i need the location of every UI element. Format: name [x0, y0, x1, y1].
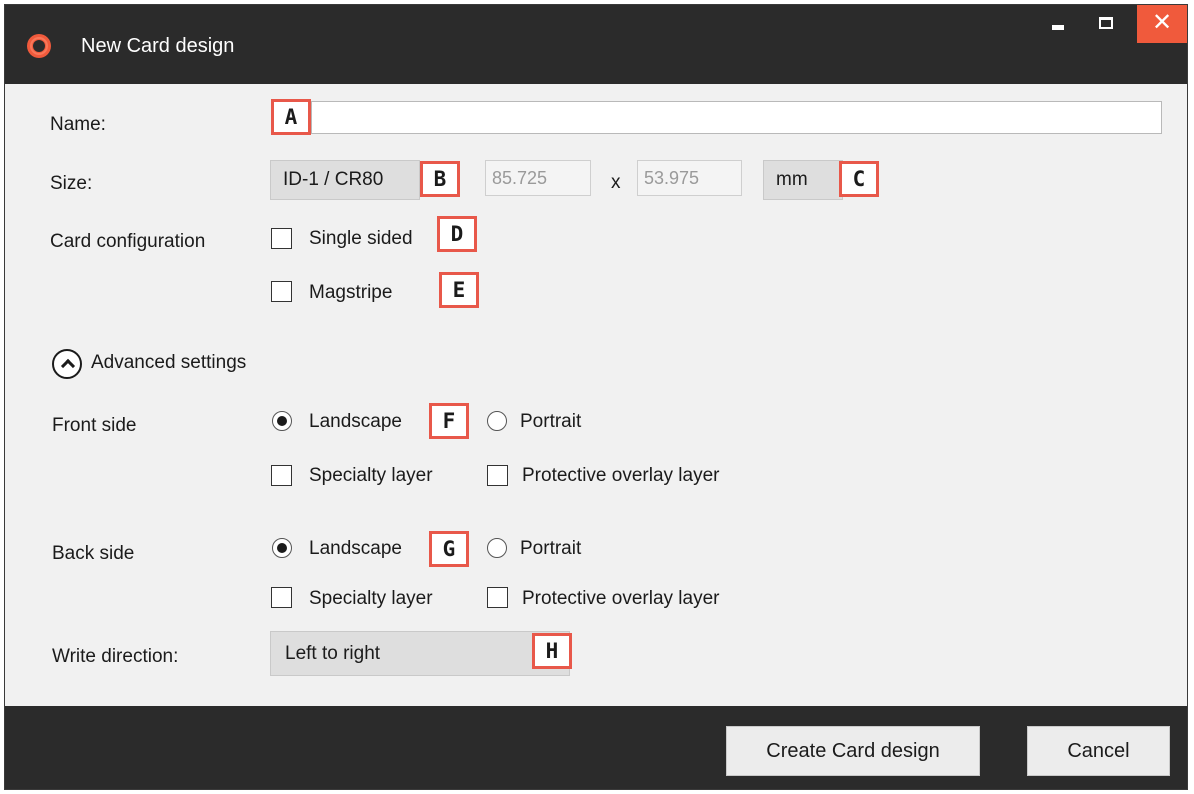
size-preset-value: ID-1 / CR80: [283, 169, 384, 190]
size-label: Size:: [50, 173, 93, 194]
back-portrait-radio[interactable]: [487, 538, 507, 558]
chevron-up-circle-icon[interactable]: [52, 349, 82, 379]
minimize-icon[interactable]: [1038, 5, 1078, 43]
magstripe-checkbox[interactable]: [271, 281, 292, 302]
back-portrait-label[interactable]: Portrait: [520, 537, 581, 561]
create-card-design-button[interactable]: Create Card design: [726, 726, 980, 776]
close-icon: ✕: [1151, 9, 1173, 36]
front-protective-overlay-checkbox[interactable]: [487, 465, 508, 486]
single-sided-label[interactable]: Single sided: [309, 227, 413, 251]
callout-marker-c: C: [839, 161, 879, 197]
write-direction-dropdown[interactable]: Left to right: [270, 631, 570, 676]
width-field[interactable]: 85.725: [485, 160, 591, 196]
dialog-footer: Create Card design Cancel: [5, 706, 1187, 789]
front-landscape-radio[interactable]: [272, 411, 292, 431]
close-button[interactable]: ✕: [1137, 5, 1187, 43]
new-card-design-dialog: New Card design ✕ Name: A Size: ID-1 / C…: [5, 5, 1187, 789]
height-field[interactable]: 53.975: [637, 160, 742, 196]
maximize-icon[interactable]: [1086, 5, 1126, 43]
title-bar[interactable]: New Card design ✕: [5, 5, 1187, 84]
back-specialty-layer-label[interactable]: Specialty layer: [309, 587, 433, 611]
back-protective-overlay-checkbox[interactable]: [487, 587, 508, 608]
back-specialty-layer-checkbox[interactable]: [271, 587, 292, 608]
name-input[interactable]: [311, 101, 1162, 134]
size-preset-button[interactable]: ID-1 / CR80: [270, 160, 420, 200]
times-label: x: [611, 172, 621, 193]
callout-marker-a: A: [271, 99, 311, 135]
callout-marker-d: D: [437, 216, 477, 252]
window-title: New Card design: [81, 35, 235, 57]
front-landscape-label[interactable]: Landscape: [309, 410, 402, 434]
front-side-label: Front side: [52, 415, 137, 436]
magstripe-label[interactable]: Magstripe: [309, 281, 392, 305]
callout-marker-h: H: [532, 633, 572, 669]
front-specialty-layer-label[interactable]: Specialty layer: [309, 464, 433, 488]
advanced-settings-toggle[interactable]: Advanced settings: [91, 351, 246, 375]
front-portrait-label[interactable]: Portrait: [520, 410, 581, 434]
callout-marker-e: E: [439, 272, 479, 308]
unit-value: mm: [776, 169, 808, 190]
callout-marker-g: G: [429, 531, 469, 567]
front-portrait-radio[interactable]: [487, 411, 507, 431]
unit-button[interactable]: mm: [763, 160, 843, 200]
cancel-button[interactable]: Cancel: [1027, 726, 1170, 776]
app-logo-icon: [27, 34, 51, 58]
back-protective-overlay-label[interactable]: Protective overlay layer: [522, 587, 719, 611]
callout-marker-f: F: [429, 403, 469, 439]
back-side-label: Back side: [52, 543, 135, 564]
single-sided-checkbox[interactable]: [271, 228, 292, 249]
front-specialty-layer-checkbox[interactable]: [271, 465, 292, 486]
name-label: Name:: [50, 114, 106, 135]
callout-marker-b: B: [420, 161, 460, 197]
front-protective-overlay-label[interactable]: Protective overlay layer: [522, 464, 719, 488]
write-direction-value: Left to right: [285, 643, 381, 664]
card-configuration-label: Card configuration: [50, 231, 206, 252]
back-landscape-label[interactable]: Landscape: [309, 537, 402, 561]
back-landscape-radio[interactable]: [272, 538, 292, 558]
write-direction-label: Write direction:: [52, 646, 179, 667]
